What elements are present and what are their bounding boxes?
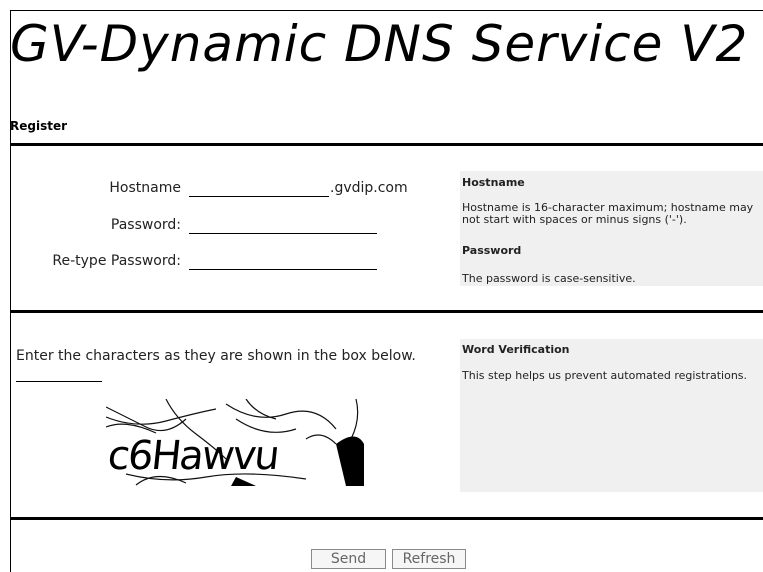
help-password-text: The password is case-sensitive. <box>462 272 636 285</box>
password-label: Password: <box>110 217 181 233</box>
hostname-suffix: .gvdip.com <box>330 180 408 196</box>
hostname-label: Hostname <box>109 180 181 196</box>
captcha-text: c6Hawvu <box>106 433 280 479</box>
divider <box>10 143 763 146</box>
captcha-input[interactable] <box>16 365 102 382</box>
refresh-button[interactable]: Refresh <box>392 549 466 569</box>
help-hostname-title: Hostname <box>462 176 525 189</box>
divider <box>10 310 763 313</box>
password-input[interactable] <box>189 217 377 234</box>
help-panel-hostname: Hostname Hostname is 16-character maximu… <box>460 171 763 286</box>
captcha-image: c6Hawvu <box>106 399 366 486</box>
help-password-title: Password <box>462 244 522 257</box>
retype-password-label: Re-type Password: <box>52 253 181 269</box>
retype-password-input[interactable] <box>189 253 377 270</box>
help-verification-text: This step helps us prevent automated reg… <box>462 369 748 382</box>
send-button[interactable]: Send <box>311 549 386 569</box>
page-title: GV-Dynamic DNS Service V2 <box>10 15 749 73</box>
help-panel-verification: Word Verification This step helps us pre… <box>460 339 763 492</box>
help-hostname-text: Hostname is 16-character maximum; hostna… <box>462 201 754 226</box>
hostname-input[interactable] <box>189 180 329 197</box>
section-title: Register <box>10 119 68 133</box>
divider <box>10 517 763 520</box>
help-verification-title: Word Verification <box>462 343 570 356</box>
captcha-instruction: Enter the characters as they are shown i… <box>16 348 416 364</box>
